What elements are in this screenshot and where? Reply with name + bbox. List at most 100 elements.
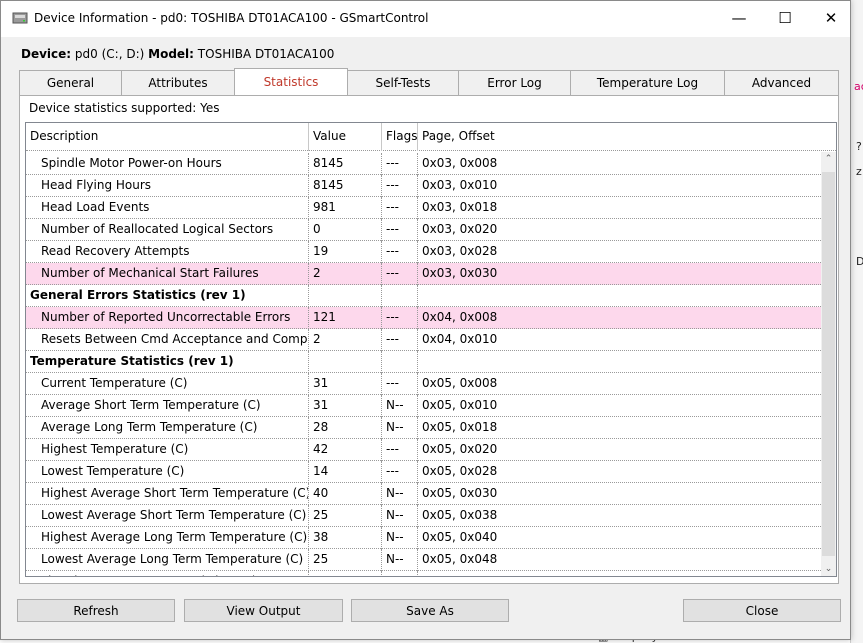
table-row[interactable]: Average Long Term Temperature (C) 28 N-- 0x…	[26, 417, 821, 439]
bg-fragment: D	[856, 255, 863, 268]
minimize-icon: —	[731, 9, 747, 27]
table-row[interactable]: Spindle Motor Power-on Hours 8145 --- 0x03,…	[26, 153, 821, 175]
bg-fragment: ac	[854, 80, 863, 93]
table-row[interactable]: Current Temperature (C) 31 --- 0x05, 0x008	[26, 373, 821, 395]
tab-attributes[interactable]: Attributes	[121, 70, 235, 95]
cell-page-offset: 0x05, 0x048	[422, 552, 498, 566]
table-row[interactable]: Read Recovery Attempts 19 --- 0x03, 0x028	[26, 241, 821, 263]
tab-bar: General Attributes Statistics Self-Tests…	[19, 68, 839, 95]
cell-page-offset: 0x05, 0x028	[422, 464, 498, 478]
statistics-panel: Device statistics supported: Yes Descrip…	[19, 95, 839, 584]
close-window-button[interactable]: ✕	[808, 1, 854, 35]
scroll-thumb[interactable]	[822, 172, 835, 556]
save-as-button[interactable]: Save As	[351, 599, 509, 622]
statistics-table[interactable]: Description Value Flags Page, Offset Spi…	[25, 122, 837, 577]
cell-flags: ---	[382, 175, 418, 197]
table-row[interactable]: Average Short Term Temperature (C) 31 N-- 0…	[26, 395, 821, 417]
cell-page-offset: 0x04, 0x010	[422, 332, 498, 346]
device-information-window: Device Information - pd0: TOSHIBA DT01AC…	[0, 0, 851, 640]
column-header-flags[interactable]: Flags	[382, 123, 418, 151]
table-group-row[interactable]: Temperature Statistics (rev 1)	[26, 351, 821, 373]
cell-description: Number of Reallocated Logical Sectors	[26, 219, 309, 241]
cell-description: Head Flying Hours	[26, 175, 309, 197]
table-row[interactable]: Head Flying Hours 8145 --- 0x03, 0x010	[26, 175, 821, 197]
title-bar[interactable]: Device Information - pd0: TOSHIBA DT01AC…	[1, 1, 850, 37]
cell-value: 42	[309, 439, 382, 461]
cell-description: Lowest Average Short Term Temperature (C…	[26, 505, 309, 527]
maximize-icon: ☐	[778, 9, 792, 27]
tab-label: Error Log	[487, 76, 542, 90]
table-row[interactable]: Lowest Temperature (C) 14 --- 0x05, 0x028	[26, 461, 821, 483]
device-label: Device:	[21, 47, 72, 61]
cell-description: Read Recovery Attempts	[26, 241, 309, 263]
cell-value: 40	[309, 483, 382, 505]
cell-value: 981	[309, 197, 382, 219]
cell-page-offset	[418, 351, 821, 373]
cell-flags	[382, 285, 418, 307]
table-row[interactable]: Time in Over-Temperature (Minutes)0---0x…	[26, 571, 821, 576]
table-row[interactable]: Number of Mechanical Start Failures 2 --- 0…	[26, 263, 821, 285]
table-row[interactable]: Highest Average Long Term Temperature (C…	[26, 527, 821, 549]
cell-description: Resets Between Cmd Acceptance and Comple…	[26, 329, 309, 351]
table-row[interactable]: Number of Reported Uncorrectable Errors 1…	[26, 307, 821, 329]
cell-description: Time in Over-Temperature (Minutes)	[26, 571, 309, 576]
vertical-scrollbar[interactable]: ⌃ ⌄	[821, 152, 836, 576]
cell-description: Highest Average Short Term Temperature (…	[26, 483, 309, 505]
tab-statistics[interactable]: Statistics	[234, 68, 348, 95]
tab-error-log[interactable]: Error Log	[458, 70, 571, 95]
table-row[interactable]: Resets Between Cmd Acceptance and Comple…	[26, 329, 821, 351]
model-value: TOSHIBA DT01ACA100	[197, 47, 335, 61]
cell-flags: N--	[382, 483, 418, 505]
table-row[interactable]: Lowest Average Short Term Temperature (C…	[26, 505, 821, 527]
minimize-button[interactable]: —	[716, 1, 762, 35]
table-group-row[interactable]: General Errors Statistics (rev 1)	[26, 285, 821, 307]
table-row[interactable]: Lowest Average Long Term Temperature (C)…	[26, 549, 821, 571]
cell-flags: ---	[382, 219, 418, 241]
scroll-up-icon[interactable]: ⌃	[821, 152, 836, 166]
cell-description: Highest Average Long Term Temperature (C…	[26, 527, 309, 549]
cell-description: Spindle Motor Power-on Hours	[26, 153, 309, 175]
cell-flags: ---	[382, 439, 418, 461]
table-header: Description Value Flags Page, Offset	[26, 123, 836, 151]
cell-description: Lowest Average Long Term Temperature (C)	[26, 549, 309, 571]
tab-general[interactable]: General	[19, 70, 122, 95]
column-header-description[interactable]: Description	[26, 123, 309, 151]
tab-self-tests[interactable]: Self-Tests	[347, 70, 459, 95]
table-row[interactable]: Highest Average Short Term Temperature (…	[26, 483, 821, 505]
cell-description: Number of Mechanical Start Failures	[26, 263, 309, 285]
table-row[interactable]: Head Load Events 981 --- 0x03, 0x018	[26, 197, 821, 219]
cell-description: Temperature Statistics (rev 1)	[26, 351, 309, 373]
cell-page-offset: 0x05, 0x030	[422, 486, 498, 500]
cell-description: General Errors Statistics (rev 1)	[26, 285, 309, 307]
view-output-button[interactable]: View Output	[184, 599, 343, 622]
scroll-down-icon[interactable]: ⌄	[821, 562, 836, 576]
cell-value: 121	[309, 307, 382, 329]
cell-description: Average Short Term Temperature (C)	[26, 395, 309, 417]
cell-page-offset: 0x05, 0x020	[422, 442, 498, 456]
cell-page-offset: 0x05, 0x050	[418, 571, 821, 576]
cell-page-offset: 0x03, 0x020	[422, 222, 498, 236]
cell-value: 2	[309, 263, 382, 285]
cell-page-offset: 0x03, 0x030	[422, 266, 498, 280]
refresh-button[interactable]: Refresh	[17, 599, 175, 622]
tab-advanced[interactable]: Advanced	[724, 70, 839, 95]
tab-label: Self-Tests	[375, 76, 431, 90]
cell-value: 38	[309, 527, 382, 549]
cell-flags	[382, 351, 418, 373]
maximize-button[interactable]: ☐	[762, 1, 808, 35]
table-row[interactable]: Highest Temperature (C) 42 --- 0x05, 0x020	[26, 439, 821, 461]
cell-flags: ---	[382, 241, 418, 263]
cell-description: Average Long Term Temperature (C)	[26, 417, 309, 439]
column-header-value[interactable]: Value	[309, 123, 382, 151]
cell-page-offset: 0x05, 0x018	[422, 420, 498, 434]
cell-flags: ---	[382, 197, 418, 219]
tab-label: Temperature Log	[596, 76, 699, 90]
close-button[interactable]: Close	[683, 599, 841, 622]
table-row[interactable]: Number of Reallocated Logical Sectors 0 --…	[26, 219, 821, 241]
device-summary: Device: pd0 (C:, D:) Model: TOSHIBA DT01…	[21, 47, 334, 61]
device-value: pd0 (C:, D:)	[74, 47, 145, 61]
column-header-page-offset[interactable]: Page, Offset	[418, 123, 836, 151]
cell-value: 31	[309, 395, 382, 417]
tab-temperature-log[interactable]: Temperature Log	[570, 70, 725, 95]
tab-label: Advanced	[751, 76, 812, 90]
